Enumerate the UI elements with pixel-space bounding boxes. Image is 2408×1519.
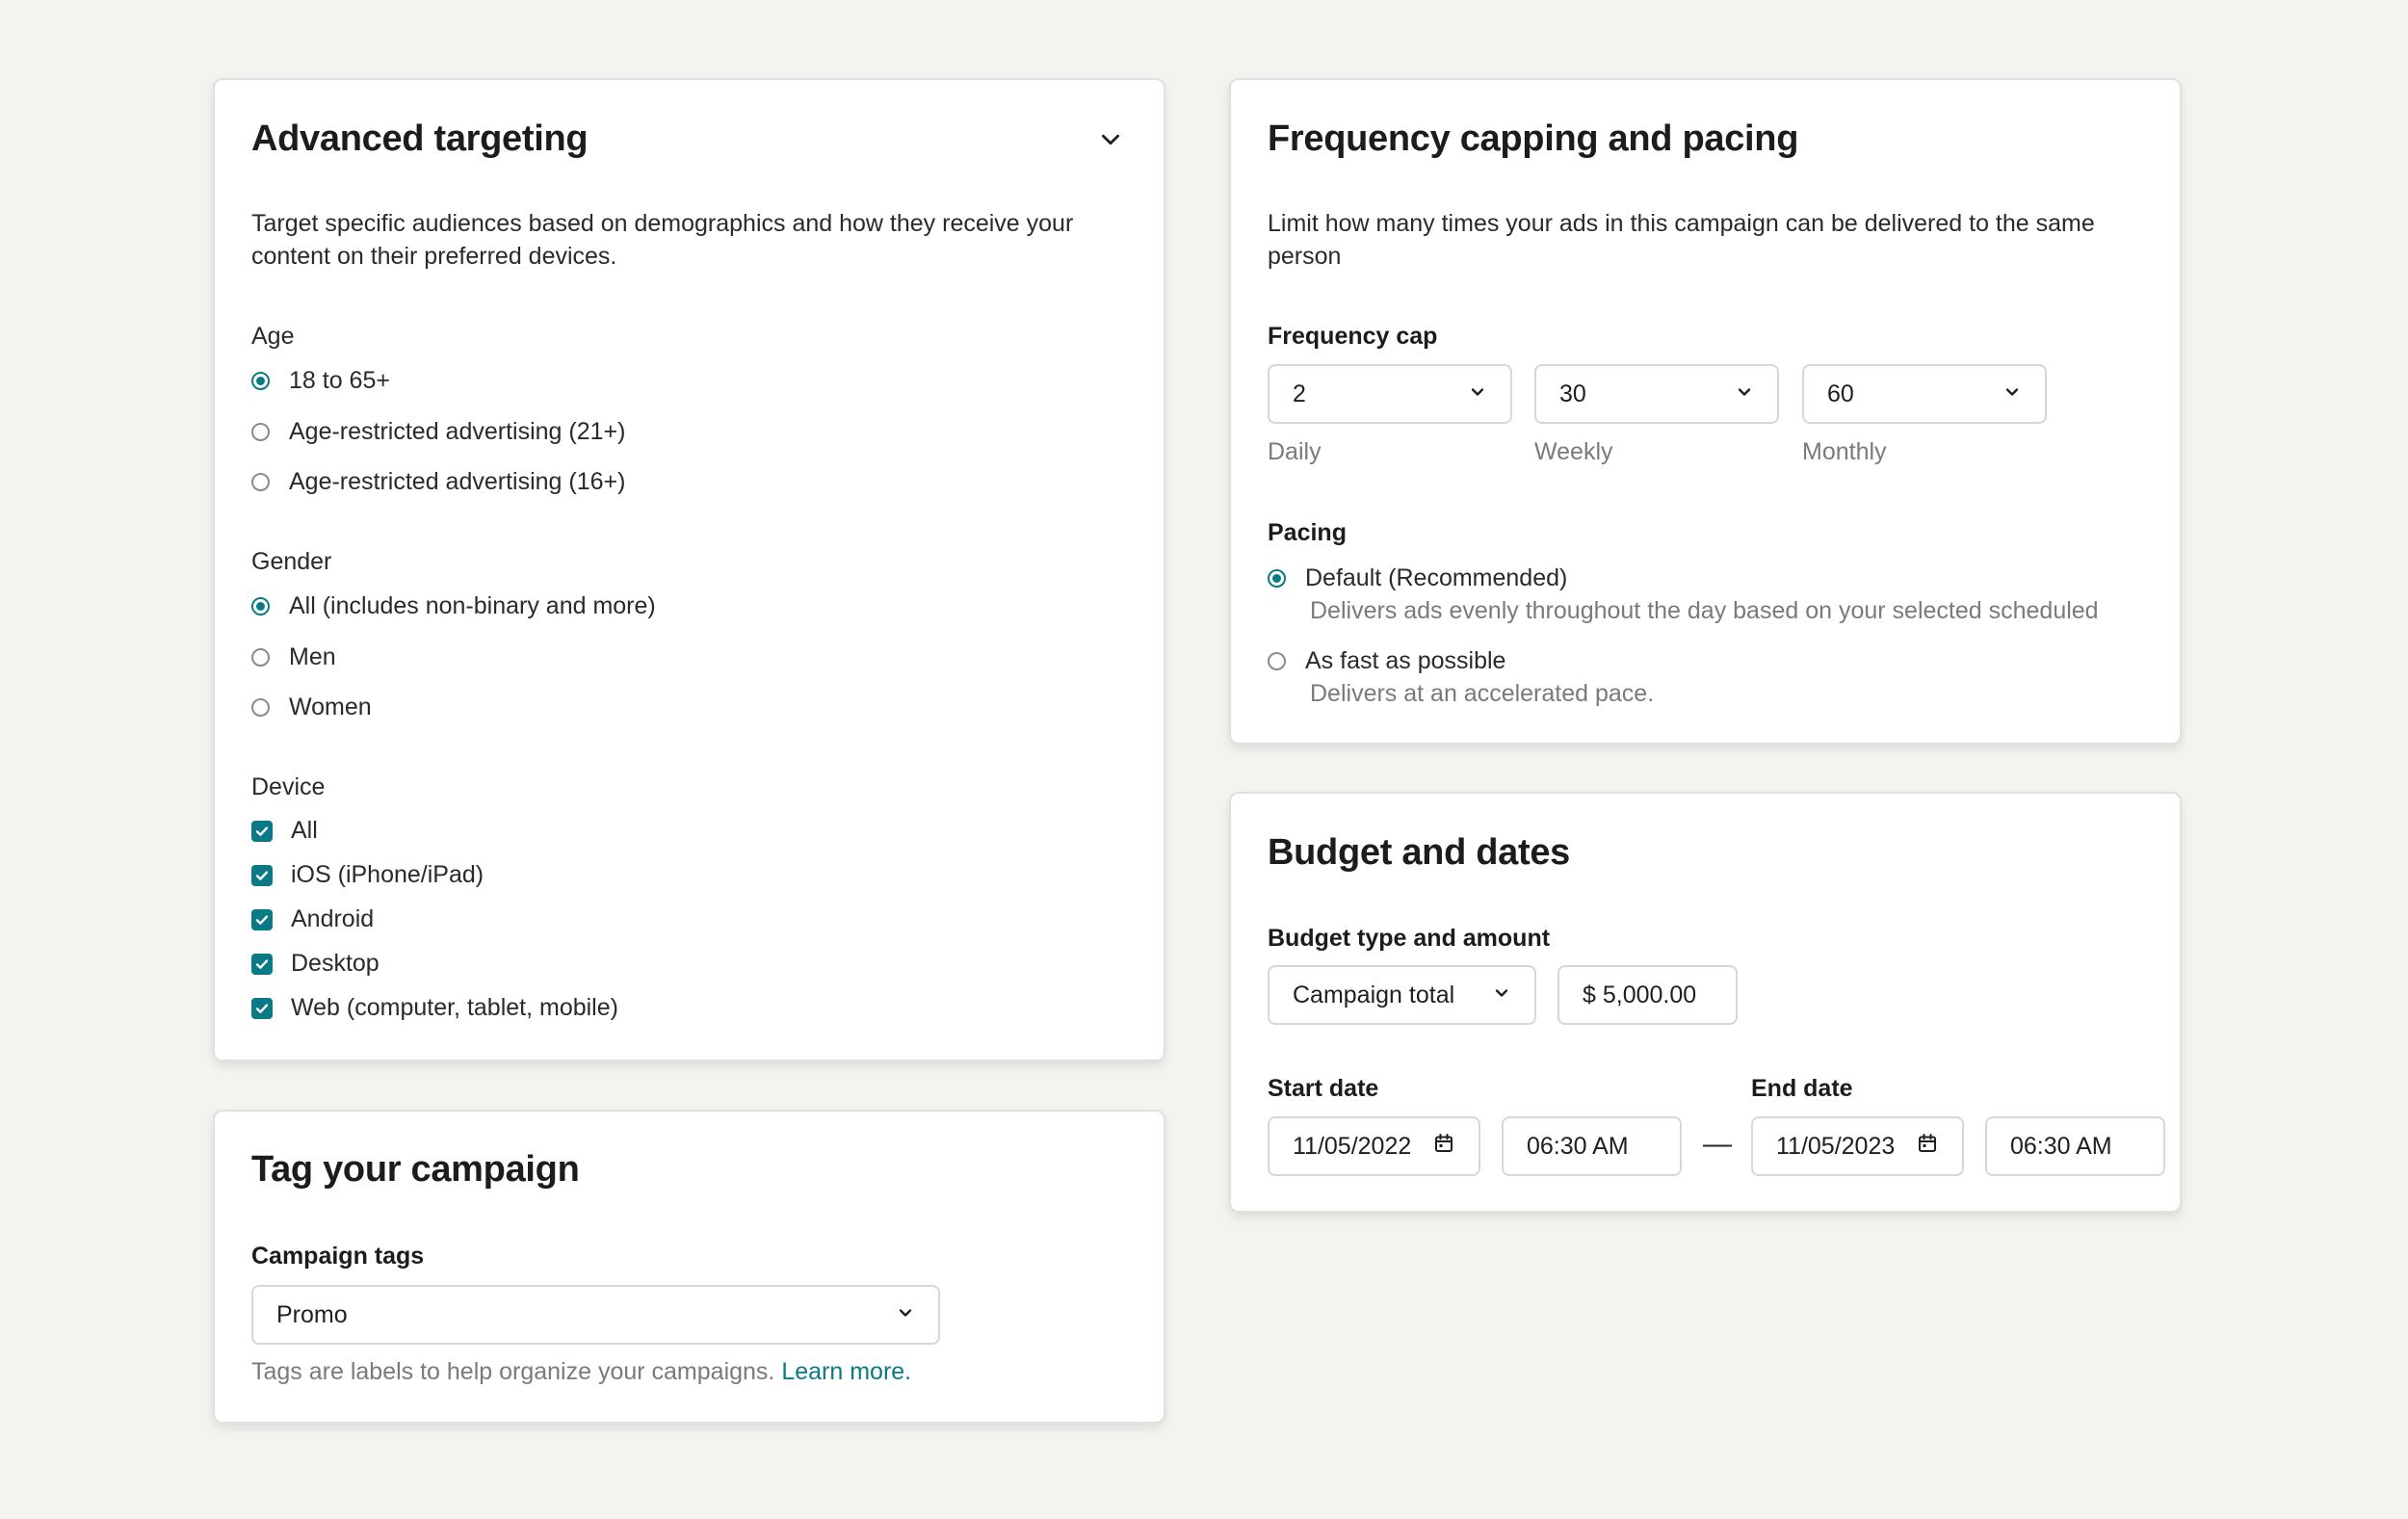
radio-icon[interactable] <box>251 473 270 491</box>
radio-icon[interactable] <box>251 698 270 717</box>
age-option-21[interactable]: Age-restricted advertising (21+) <box>251 420 625 444</box>
device-option-label: All <box>291 817 318 844</box>
frequency-title: Frequency capping and pacing <box>1268 118 1799 159</box>
calendar-icon[interactable] <box>1916 1132 1939 1162</box>
monthly-cap-label: Monthly <box>1802 438 1887 465</box>
campaign-tags-hint: Tags are labels to help organize your ca… <box>251 1360 911 1384</box>
gender-label: Gender <box>251 548 332 575</box>
advanced-targeting-title: Advanced targeting <box>251 118 589 159</box>
end-time-input[interactable]: 06:30 AM <box>1985 1116 2165 1176</box>
gender-option-all[interactable]: All (includes non-binary and more) <box>251 594 656 618</box>
chevron-down-icon[interactable] <box>1098 127 1123 157</box>
start-time-value: 06:30 AM <box>1527 1132 1629 1160</box>
campaign-tags-select[interactable]: Promo <box>251 1285 940 1345</box>
learn-more-link[interactable]: Learn more. <box>781 1358 911 1385</box>
monthly-cap-value: 60 <box>1827 380 1854 407</box>
device-option-ios[interactable]: iOS (iPhone/iPad) <box>251 863 484 887</box>
age-label: Age <box>251 323 295 350</box>
pacing-option-label: As fast as possible <box>1305 647 1506 674</box>
chevron-down-icon <box>1468 380 1487 408</box>
checkbox-checked-icon[interactable] <box>251 997 273 1019</box>
checkbox-checked-icon[interactable] <box>251 820 273 842</box>
start-date-value: 11/05/2022 <box>1293 1132 1412 1160</box>
pacing-option-description: Delivers at an accelerated pace. <box>1310 680 1655 707</box>
frequency-description: Limit how many times your ads in this ca… <box>1268 210 2095 270</box>
budget-title: Budget and dates <box>1268 832 1571 873</box>
device-option-desktop[interactable]: Desktop <box>251 952 380 976</box>
device-option-label: Desktop <box>291 950 380 977</box>
device-option-label: Android <box>291 905 375 932</box>
age-option-label: 18 to 65+ <box>289 367 390 394</box>
radio-icon[interactable] <box>1268 652 1286 670</box>
budget-card: Budget and dates Budget type and amount … <box>1229 792 2182 1213</box>
frequency-cap-label: Frequency cap <box>1268 323 1438 350</box>
chevron-down-icon <box>1492 982 1511 1009</box>
start-date-input[interactable]: 11/05/2022 <box>1268 1116 1480 1176</box>
end-date-value: 11/05/2023 <box>1776 1132 1896 1160</box>
advanced-targeting-card: Advanced targeting Target specific audie… <box>213 78 1165 1061</box>
daily-cap-value: 2 <box>1293 380 1306 407</box>
advanced-targeting-description: Target specific audiences based on demog… <box>251 210 1074 270</box>
device-option-label: Web (computer, tablet, mobile) <box>291 994 618 1021</box>
radio-selected-icon[interactable] <box>1268 569 1286 588</box>
pacing-option-description: Delivers ads evenly throughout the day b… <box>1310 597 2099 624</box>
age-option-label: Age-restricted advertising (16+) <box>289 468 626 495</box>
budget-type-label: Budget type and amount <box>1268 925 1551 952</box>
budget-amount-value: $ 5,000.00 <box>1583 981 1697 1008</box>
tag-campaign-card: Tag your campaign Campaign tags Promo Ta… <box>213 1110 1165 1424</box>
end-time-value: 06:30 AM <box>2010 1132 2112 1160</box>
chevron-down-icon <box>2002 380 2022 408</box>
radio-selected-icon[interactable] <box>251 372 270 390</box>
gender-option-women[interactable]: Women <box>251 695 372 720</box>
weekly-cap-select[interactable]: 30 <box>1534 364 1779 424</box>
calendar-icon[interactable] <box>1432 1132 1455 1162</box>
gender-option-men[interactable]: Men <box>251 645 336 669</box>
pacing-option-fast[interactable]: As fast as possible <box>1268 649 1505 673</box>
gender-option-label: All (includes non-binary and more) <box>289 592 656 619</box>
device-option-all[interactable]: All <box>251 819 318 843</box>
gender-option-label: Women <box>289 694 372 720</box>
end-date-input[interactable]: 11/05/2023 <box>1751 1116 1964 1176</box>
daily-cap-select[interactable]: 2 <box>1268 364 1512 424</box>
date-range-separator: — <box>1703 1128 1732 1160</box>
budget-type-select[interactable]: Campaign total <box>1268 965 1536 1025</box>
budget-type-value: Campaign total <box>1293 981 1455 1008</box>
chevron-down-icon <box>896 1301 915 1329</box>
start-date-label: Start date <box>1268 1075 1379 1102</box>
monthly-cap-select[interactable]: 60 <box>1802 364 2047 424</box>
frequency-card: Frequency capping and pacing Limit how m… <box>1229 78 2182 745</box>
checkbox-checked-icon[interactable] <box>251 953 273 975</box>
campaign-tags-value: Promo <box>276 1300 348 1328</box>
device-label: Device <box>251 773 326 800</box>
device-option-web[interactable]: Web (computer, tablet, mobile) <box>251 996 618 1020</box>
age-option-16[interactable]: Age-restricted advertising (16+) <box>251 470 625 494</box>
pacing-option-label: Default (Recommended) <box>1305 564 1568 591</box>
radio-selected-icon[interactable] <box>251 597 270 615</box>
end-date-label: End date <box>1751 1075 1853 1102</box>
chevron-down-icon <box>1735 380 1754 408</box>
device-option-label: iOS (iPhone/iPad) <box>291 861 484 888</box>
start-time-input[interactable]: 06:30 AM <box>1502 1116 1682 1176</box>
budget-amount-input[interactable]: $ 5,000.00 <box>1557 965 1738 1025</box>
weekly-cap-value: 30 <box>1559 380 1586 407</box>
gender-option-label: Men <box>289 643 336 670</box>
pacing-option-default[interactable]: Default (Recommended) <box>1268 566 1567 590</box>
checkbox-checked-icon[interactable] <box>251 864 273 886</box>
daily-cap-label: Daily <box>1268 438 1322 465</box>
device-option-android[interactable]: Android <box>251 907 374 931</box>
radio-icon[interactable] <box>251 423 270 441</box>
campaign-tags-label: Campaign tags <box>251 1243 425 1270</box>
age-option-label: Age-restricted advertising (21+) <box>289 418 626 445</box>
age-option-18-65[interactable]: 18 to 65+ <box>251 369 390 393</box>
tag-campaign-title: Tag your campaign <box>251 1149 580 1190</box>
checkbox-checked-icon[interactable] <box>251 908 273 930</box>
pacing-label: Pacing <box>1268 519 1347 546</box>
weekly-cap-label: Weekly <box>1534 438 1613 465</box>
campaign-tags-hint-text: Tags are labels to help organize your ca… <box>251 1358 775 1385</box>
radio-icon[interactable] <box>251 648 270 667</box>
